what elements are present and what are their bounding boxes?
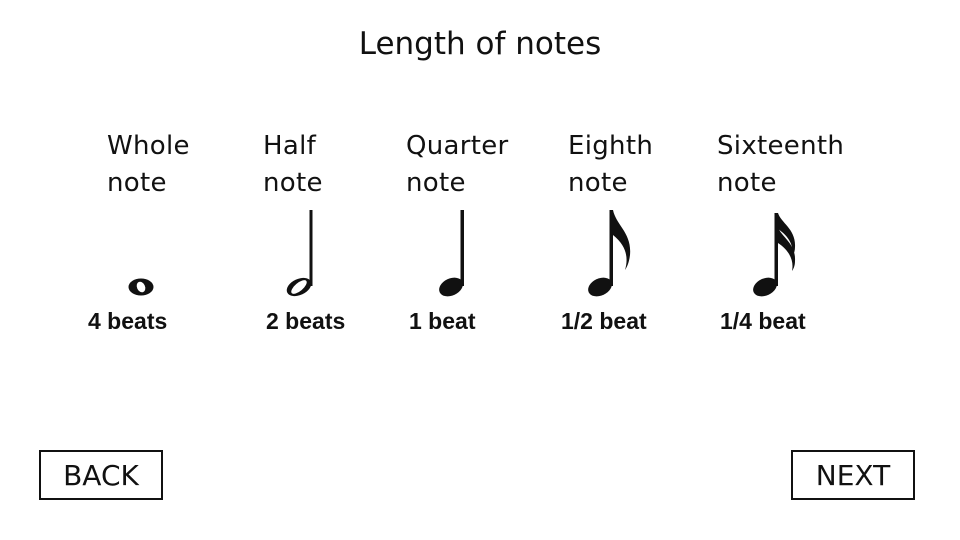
note-beats: 1/2 beat [561, 308, 647, 334]
eighth-note-icon [588, 210, 631, 297]
quarter-note-icon [439, 210, 464, 297]
next-button[interactable]: NEXT [791, 450, 915, 500]
note-label-line1: Quarter [406, 131, 509, 161]
sixteenth-note-icon [753, 213, 796, 297]
note-label-line1: Whole [107, 131, 190, 161]
note-beats: 2 beats [266, 308, 346, 334]
note-beats: 1/4 beat [720, 308, 806, 334]
note-label: Quarter note [406, 128, 509, 202]
note-label-line2: note [568, 168, 628, 198]
note-label: Eighth note [568, 128, 653, 202]
half-note-icon [286, 210, 313, 297]
note-beats: 4 beats [88, 308, 168, 334]
note-label-line2: note [263, 168, 323, 198]
note-label-line1: Sixteenth [717, 131, 845, 161]
note-label-line1: Half [263, 131, 317, 161]
note-label-line2: note [406, 168, 466, 198]
back-button[interactable]: BACK [39, 450, 163, 500]
note-label-line1: Eighth [568, 131, 654, 161]
note-label: Whole note [107, 128, 190, 202]
note-beats: 1 beat [409, 308, 476, 334]
note-label-line2: note [717, 168, 777, 198]
page-title: Length of notes [358, 26, 602, 62]
note-label: Half note [263, 128, 323, 202]
whole-note-icon [128, 278, 154, 296]
note-label-line2: note [107, 168, 167, 198]
note-label: Sixteenth note [717, 128, 844, 202]
